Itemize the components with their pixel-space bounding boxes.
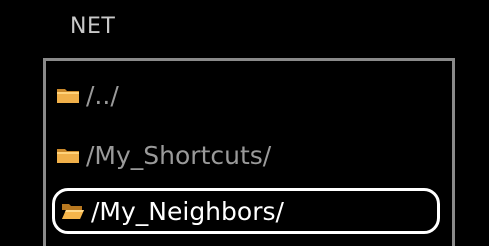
list-item-my-shortcuts[interactable]: /My_Shortcuts/ [56, 135, 271, 175]
folder-closed-icon [57, 89, 79, 103]
list-item-label: /My_Shortcuts/ [86, 140, 272, 170]
page-title: NET [70, 14, 116, 39]
file-list-panel: /../ /My_Shortcuts/ /My_Neighbors/ [43, 58, 455, 246]
list-item-parent-dir[interactable]: /../ [56, 75, 119, 115]
list-item-label: /../ [86, 80, 119, 110]
list-item-label: /My_Neighbors/ [91, 196, 284, 226]
list-item-my-neighbors[interactable]: /My_Neighbors/ [52, 188, 440, 234]
folder-open-icon [62, 204, 84, 219]
file-browser-screen: NET /../ /My_Shortcuts/ /My_Neighbors/ [0, 0, 489, 246]
folder-closed-icon [57, 149, 79, 163]
